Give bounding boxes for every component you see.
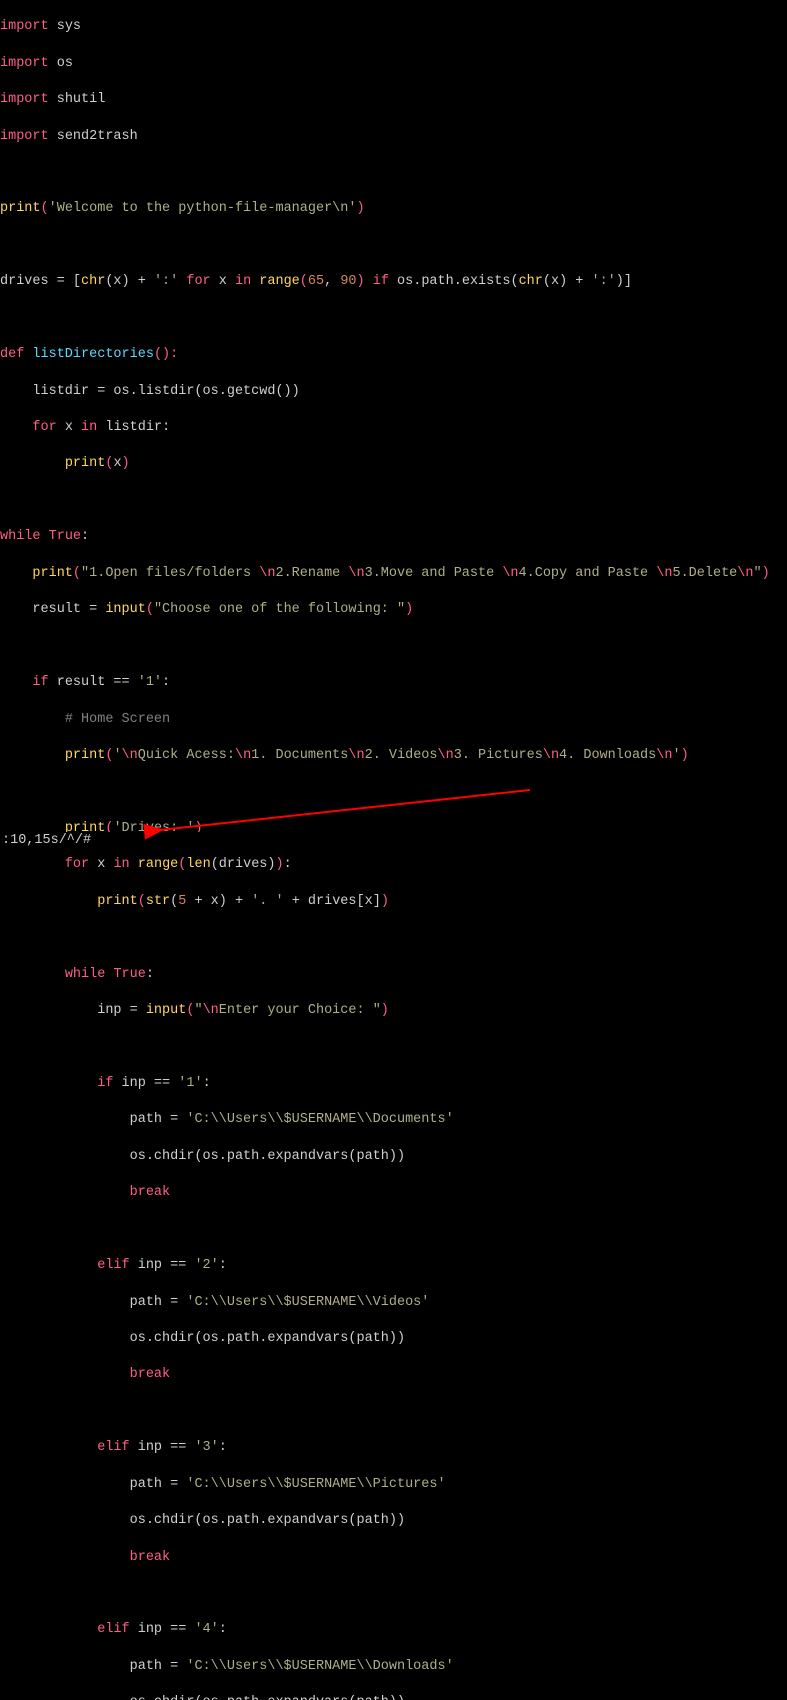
code-line: import shutil	[0, 91, 787, 109]
code-line	[0, 1038, 787, 1056]
code-line: elif inp == '3':	[0, 1439, 787, 1457]
code-line: print("1.Open files/folders \n2.Rename \…	[0, 565, 787, 583]
code-line: print('\nQuick Acess:\n1. Documents\n2. …	[0, 747, 787, 765]
code-line	[0, 492, 787, 510]
code-line: import send2trash	[0, 128, 787, 146]
vim-command-line[interactable]: :10,15s/^/#	[0, 832, 787, 850]
code-line: break	[0, 1366, 787, 1384]
code-line: os.chdir(os.path.expandvars(path))	[0, 1512, 787, 1530]
code-line: break	[0, 1549, 787, 1567]
code-line: print(str(5 + x) + '. ' + drives[x])	[0, 893, 787, 911]
code-line: elif inp == '4':	[0, 1621, 787, 1639]
code-line: import sys	[0, 18, 787, 36]
code-line	[0, 237, 787, 255]
code-line: elif inp == '2':	[0, 1257, 787, 1275]
code-line	[0, 1403, 787, 1421]
code-line	[0, 783, 787, 801]
code-line	[0, 929, 787, 947]
code-line: path = 'C:\\Users\\$USERNAME\\Pictures'	[0, 1476, 787, 1494]
code-line: # Home Screen	[0, 711, 787, 729]
code-line: def listDirectories():	[0, 346, 787, 364]
code-line: while True:	[0, 528, 787, 546]
code-line: drives = [chr(x) + ':' for x in range(65…	[0, 273, 787, 291]
code-line: path = 'C:\\Users\\$USERNAME\\Videos'	[0, 1294, 787, 1312]
code-line: print(x)	[0, 455, 787, 473]
code-line: break	[0, 1184, 787, 1202]
code-line: os.chdir(os.path.expandvars(path))	[0, 1330, 787, 1348]
code-line: import os	[0, 55, 787, 73]
code-line: os.chdir(os.path.expandvars(path))	[0, 1694, 787, 1700]
code-line: os.chdir(os.path.expandvars(path))	[0, 1148, 787, 1166]
code-line: path = 'C:\\Users\\$USERNAME\\Downloads'	[0, 1658, 787, 1676]
code-line: for x in range(len(drives)):	[0, 856, 787, 874]
code-line	[0, 638, 787, 656]
code-line: path = 'C:\\Users\\$USERNAME\\Documents'	[0, 1111, 787, 1129]
code-line: if inp == '1':	[0, 1075, 787, 1093]
code-line: result = input("Choose one of the follow…	[0, 601, 787, 619]
code-line	[0, 310, 787, 328]
code-line: listdir = os.listdir(os.getcwd())	[0, 383, 787, 401]
code-line: if result == '1':	[0, 674, 787, 692]
code-line	[0, 1585, 787, 1603]
code-editor[interactable]: import sys import os import shutil impor…	[0, 0, 787, 1700]
code-line: inp = input("\nEnter your Choice: ")	[0, 1002, 787, 1020]
code-line: while True:	[0, 966, 787, 984]
code-line	[0, 164, 787, 182]
code-line: for x in listdir:	[0, 419, 787, 437]
code-line	[0, 1221, 787, 1239]
code-line: print('Welcome to the python-file-manage…	[0, 200, 787, 218]
